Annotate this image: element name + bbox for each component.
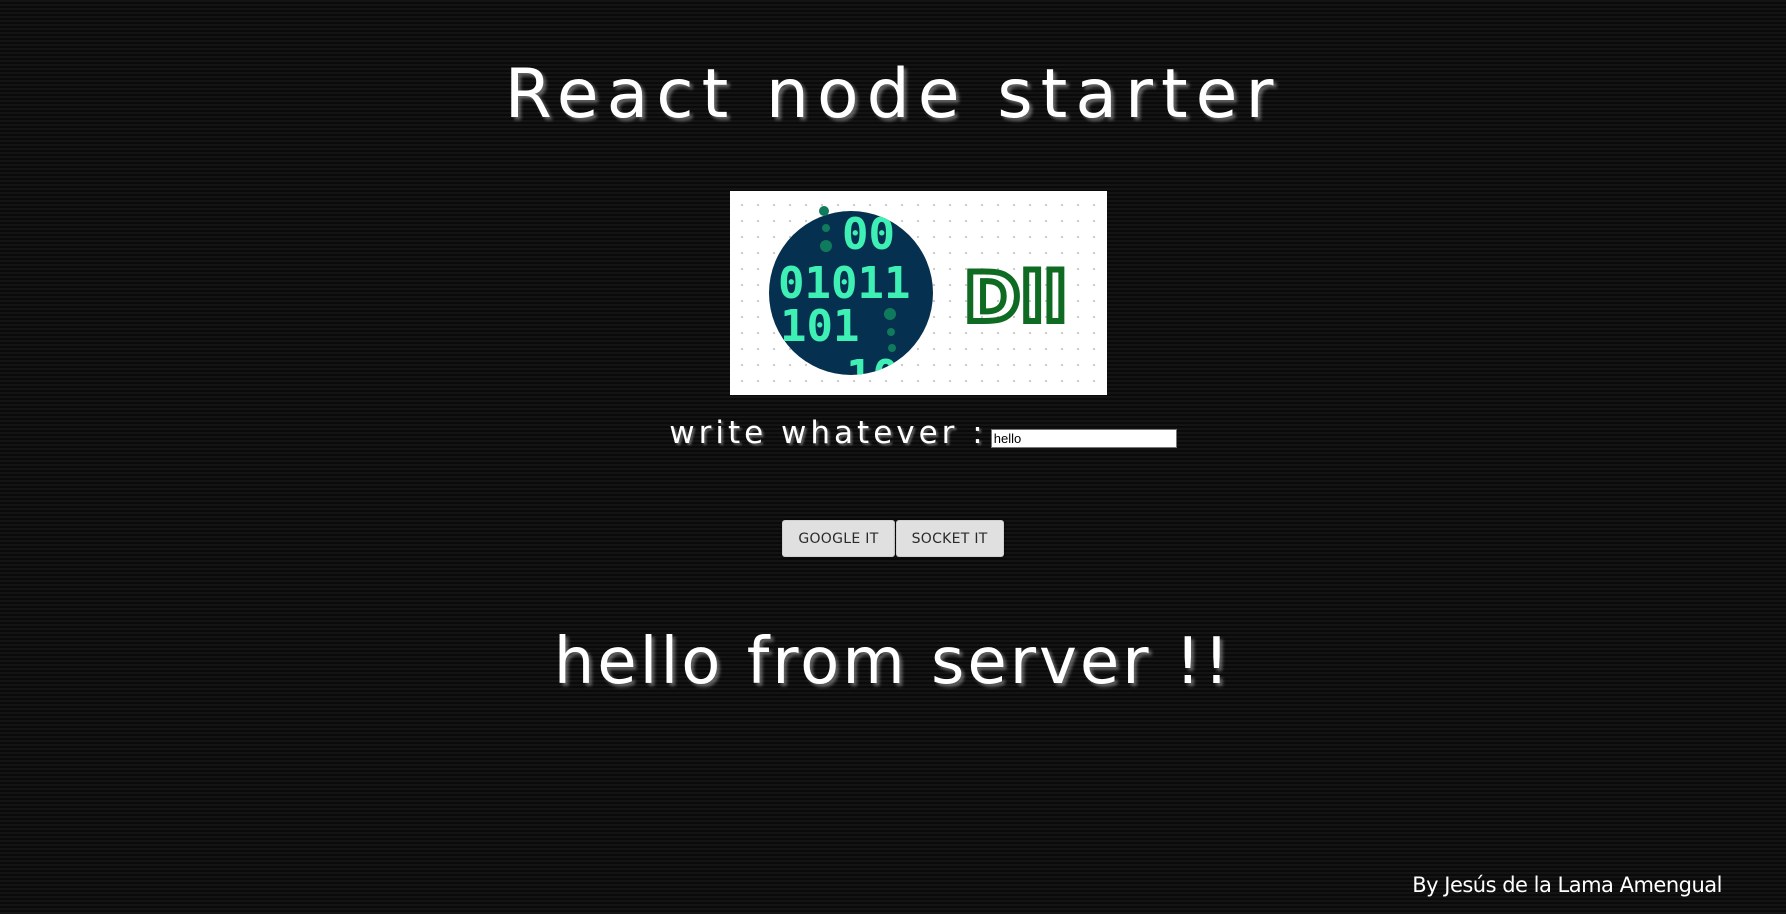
input-label: write whatever : — [669, 415, 987, 451]
dll-logo-icon: 00 01011 101 10 Dll — [769, 206, 1070, 395]
binary-row: 101 — [780, 301, 859, 352]
binary-row: 10 — [846, 351, 899, 395]
binary-row: 00 — [842, 209, 895, 260]
google-it-button[interactable]: GOOGLE IT — [782, 520, 895, 557]
server-response-message: hello from server !! — [553, 625, 1233, 699]
brand-text: Dll — [964, 259, 1067, 338]
input-row: write whatever : — [0, 415, 1786, 451]
socket-it-button[interactable]: SOCKET IT — [895, 520, 1004, 557]
page-title: React node starter — [504, 55, 1282, 134]
text-input[interactable] — [990, 428, 1177, 448]
footer-credit: By Jesús de la Lama Amengual — [1412, 873, 1722, 897]
logo-image: 00 01011 101 10 Dll — [730, 191, 1107, 395]
button-row: GOOGLE IT SOCKET IT — [0, 520, 1786, 557]
